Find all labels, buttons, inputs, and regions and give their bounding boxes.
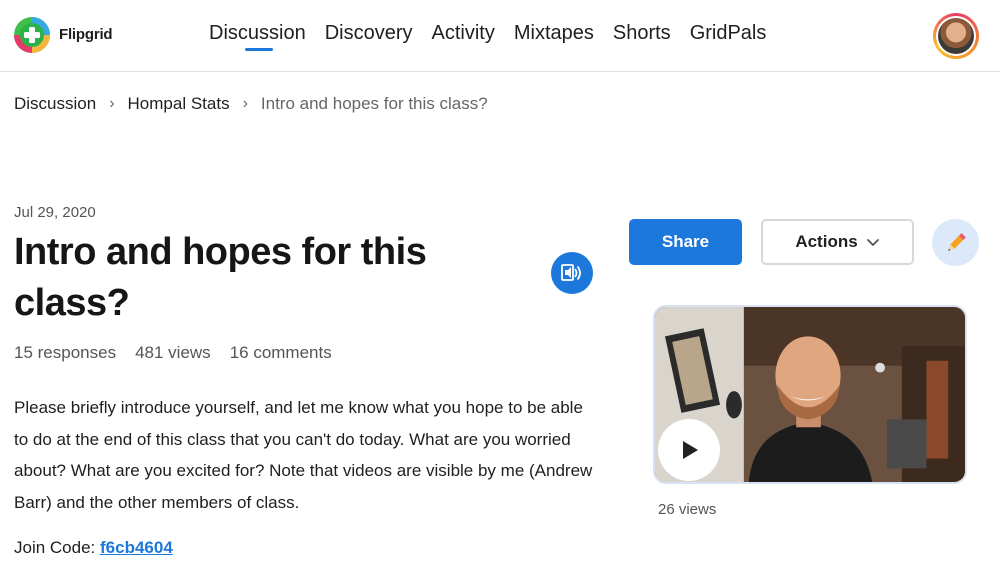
nav-activity[interactable]: Activity [432, 22, 495, 55]
pencil-icon [947, 232, 966, 251]
breadcrumb-current-topic: Intro and hopes for this class? [260, 94, 488, 113]
immersive-reader-button[interactable] [551, 252, 593, 294]
topic-date: Jul 29, 2020 [14, 204, 96, 221]
topic-title: Intro and hopes for this class? [14, 231, 427, 324]
edit-topic-button[interactable] [932, 219, 979, 266]
comments-count[interactable]: 16 comments [230, 343, 332, 363]
play-button[interactable] [658, 419, 720, 481]
breadcrumb-discussion[interactable]: Discussion [14, 94, 96, 114]
user-avatar[interactable] [933, 13, 979, 59]
actions-label: Actions [795, 232, 858, 251]
join-code-link[interactable]: f6cb4604 [100, 538, 173, 557]
topic-stats: 15 responses 481 views 16 comments [14, 343, 351, 363]
chevron-down-icon [866, 239, 879, 246]
flipgrid-logo-icon[interactable] [13, 16, 51, 54]
join-code-row: Join Code: f6cb4604 [14, 538, 173, 558]
video-views-count: 26 views [658, 501, 717, 518]
nav-shorts[interactable]: Shorts [613, 22, 671, 55]
avatar-image [938, 18, 974, 54]
chevron-right-icon: › [242, 95, 248, 112]
responses-count: 15 responses [14, 343, 117, 362]
nav-discussion[interactable]: Discussion [209, 22, 306, 55]
brand-name: Flipgrid [59, 26, 113, 43]
chevron-right-icon: › [109, 95, 115, 112]
breadcrumb: Discussion › Hompal Stats › Intro and ho… [14, 94, 488, 114]
nav-gridpals[interactable]: GridPals [690, 22, 767, 55]
views-count: 481 views [135, 343, 211, 362]
share-button[interactable]: Share [629, 219, 742, 265]
nav-discovery[interactable]: Discovery [325, 22, 413, 55]
main-nav: Discussion Discovery Activity Mixtapes S… [209, 22, 785, 55]
breadcrumb-group[interactable]: Hompal Stats [128, 94, 230, 114]
video-response-card[interactable] [653, 305, 967, 484]
topic-description: Please briefly introduce yourself, and l… [14, 398, 593, 512]
join-code-label: Join Code: [14, 538, 96, 557]
actions-dropdown-button[interactable]: Actions [761, 219, 914, 265]
nav-mixtapes[interactable]: Mixtapes [514, 22, 594, 55]
immersive-reader-icon [561, 264, 581, 281]
play-icon [683, 441, 698, 459]
top-navigation-bar: Flipgrid Discussion Discovery Activity M… [0, 0, 1000, 72]
